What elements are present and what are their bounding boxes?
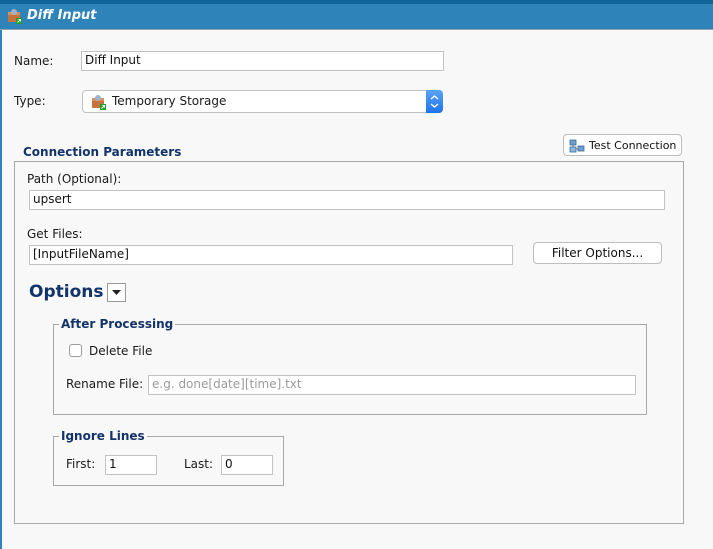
last-input[interactable]: 0 (221, 455, 273, 475)
connection-parameters-title: Connection Parameters (23, 145, 182, 159)
rename-file-placeholder: e.g. done[date][time].txt (152, 377, 302, 391)
first-label: First: (66, 457, 96, 471)
storage-box-icon (7, 8, 23, 24)
name-label: Name: (14, 54, 54, 68)
first-input-value: 1 (109, 457, 117, 471)
filter-options-button[interactable]: Filter Options... (533, 242, 662, 264)
path-label: Path (Optional): (27, 172, 122, 186)
test-connection-button[interactable]: Test Connection (563, 134, 682, 156)
rename-file-input[interactable]: e.g. done[date][time].txt (148, 375, 636, 395)
delete-file-label: Delete File (89, 344, 153, 358)
last-input-value: 0 (225, 457, 233, 471)
type-label: Type: (14, 94, 46, 108)
get-files-input-value: [InputFileName] (33, 247, 129, 261)
get-files-input[interactable]: [InputFileName] (29, 245, 513, 265)
first-input[interactable]: 1 (105, 455, 157, 475)
after-processing-group: After Processing (53, 317, 647, 415)
storage-box-icon (91, 94, 107, 110)
window-title: Diff Input (27, 8, 97, 23)
after-processing-legend: After Processing (59, 317, 176, 331)
options-title: Options (29, 282, 104, 302)
triangle-down-icon (112, 290, 121, 295)
ignore-lines-legend: Ignore Lines (59, 429, 147, 443)
title-bar: Diff Input (0, 4, 713, 30)
network-computers-icon (569, 138, 585, 154)
path-input[interactable]: upsert (29, 190, 665, 210)
path-input-value: upsert (33, 192, 72, 206)
get-files-label: Get Files: (27, 227, 83, 241)
last-label: Last: (184, 457, 214, 471)
type-select[interactable]: Temporary Storage (82, 90, 443, 113)
test-connection-label: Test Connection (589, 139, 677, 152)
updown-chevron-icon[interactable] (426, 90, 443, 113)
delete-file-checkbox[interactable] (69, 344, 82, 357)
rename-file-label: Rename File: (66, 377, 144, 391)
options-toggle-button[interactable] (107, 283, 126, 302)
name-input[interactable]: Diff Input (81, 51, 444, 71)
window-left-edge (0, 30, 2, 549)
type-select-value: Temporary Storage (112, 94, 227, 108)
filter-options-label: Filter Options... (551, 246, 644, 260)
name-input-value: Diff Input (85, 53, 141, 67)
